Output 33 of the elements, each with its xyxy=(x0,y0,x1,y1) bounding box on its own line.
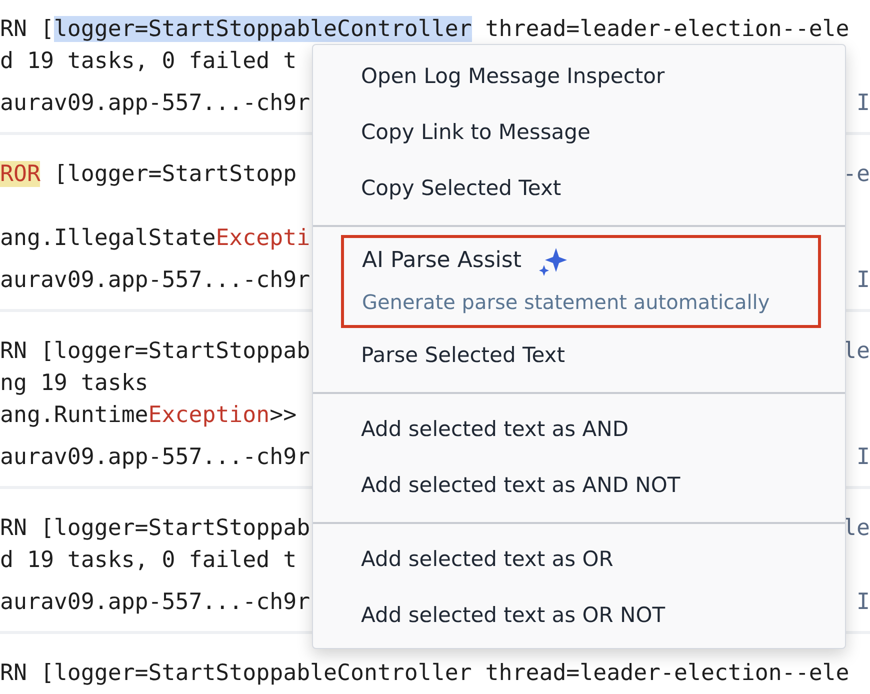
ai-parse-assist-title: AI Parse Assist xyxy=(362,247,522,275)
log-text: ang.RuntimeException>> xyxy=(0,401,297,430)
log-text: d 19 tasks, 0 failed t xyxy=(0,546,297,575)
menu-item[interactable]: Copy Selected Text xyxy=(313,161,845,217)
log-text: aurav09.app-557...-ch9r xyxy=(0,89,310,118)
log-text: RN [logger=StartStoppableController thread=leader-election--ele xyxy=(0,15,850,44)
sparkle-icon xyxy=(538,246,568,276)
log-text: I xyxy=(856,89,870,118)
menu-item[interactable]: Open Log Message Inspector xyxy=(313,49,845,105)
menu-item[interactable]: Parse Selected Text xyxy=(313,328,845,384)
log-text: I xyxy=(856,443,870,472)
log-text: d 19 tasks, 0 failed t xyxy=(0,47,297,76)
menu-item[interactable]: Add selected text as AND xyxy=(313,402,845,458)
ai-parse-assist-item[interactable]: AI Parse Assist Generate parse statement automatically xyxy=(341,235,821,328)
log-text: le xyxy=(843,337,870,366)
log-text: aurav09.app-557...-ch9r xyxy=(0,588,310,617)
menu-item[interactable]: Add selected text as AND NOT xyxy=(313,458,845,514)
log-text: -e xyxy=(843,160,870,189)
log-text: I xyxy=(856,588,870,617)
ai-parse-assist-description: Generate parse statement automatically xyxy=(362,289,771,316)
log-text: ang.IllegalStateExcepti xyxy=(0,224,310,253)
log-text: RN [logger=StartStoppableController thread=leader-election--ele xyxy=(0,659,850,688)
log-text: ROR [logger=StartStopp xyxy=(0,160,297,189)
log-text: ng 19 tasks xyxy=(0,369,148,398)
log-text: RN [logger=StartStoppab xyxy=(0,337,310,366)
menu-item[interactable]: Add selected text as OR NOT xyxy=(313,588,845,644)
log-text: I xyxy=(856,266,870,295)
log-text: le xyxy=(843,514,870,543)
log-text: aurav09.app-557...-ch9r xyxy=(0,266,310,295)
log-text: RN [logger=StartStoppab xyxy=(0,514,310,543)
log-text: aurav09.app-557...-ch9r xyxy=(0,443,310,472)
menu-item[interactable]: Copy Link to Message xyxy=(313,105,845,161)
menu-item[interactable]: Add selected text as OR xyxy=(313,532,845,588)
